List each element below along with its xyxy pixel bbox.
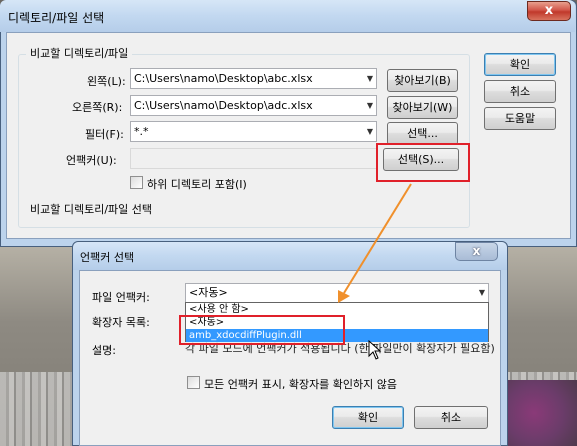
right-path-value: C:\Users\namo\Desktop\adc.xlsx xyxy=(134,99,313,112)
unpacker-dialog-close-button[interactable]: x xyxy=(455,242,498,261)
chevron-down-icon[interactable]: ▼ xyxy=(367,69,373,88)
show-all-unpackers-checkbox[interactable] xyxy=(187,376,200,389)
unpacker-ok-button[interactable]: 확인 xyxy=(332,406,404,429)
file-unpacker-value: <자동> xyxy=(189,286,228,299)
compare-group-title: 비교할 디렉토리/파일 xyxy=(26,45,133,61)
dropdown-highlight xyxy=(179,315,345,345)
extensions-label: 확장자 목록: xyxy=(92,316,150,329)
main-dialog-title: 디렉토리/파일 선택 xyxy=(8,11,105,25)
file-unpacker-combo[interactable]: <자동> ▼ xyxy=(185,283,489,303)
right-path-combo[interactable]: C:\Users\namo\Desktop\adc.xlsx ▼ xyxy=(130,95,377,116)
chevron-down-icon[interactable]: ▼ xyxy=(479,284,485,302)
filter-label: 필터(F): xyxy=(85,128,124,141)
ok-button[interactable]: 확인 xyxy=(484,53,556,76)
unpacker-field xyxy=(130,148,377,169)
unpacker-select-highlight xyxy=(376,143,470,182)
include-subdirs-checkbox[interactable] xyxy=(130,176,143,189)
filter-value: *.* xyxy=(134,125,149,138)
include-subdirs-label[interactable]: 하위 디렉토리 포함(I) xyxy=(147,176,247,192)
mouse-pointer-icon xyxy=(368,340,382,360)
file-unpacker-label: 파일 언팩커: xyxy=(92,291,150,304)
chevron-down-icon[interactable]: ▼ xyxy=(367,122,373,141)
left-path-combo[interactable]: C:\Users\namo\Desktop\abc.xlsx ▼ xyxy=(130,68,377,89)
unpacker-cancel-button[interactable]: 취소 xyxy=(414,406,488,429)
filter-combo[interactable]: *.* ▼ xyxy=(130,121,377,142)
description-label: 설명: xyxy=(92,344,116,357)
status-text: 비교할 디렉토리/파일 선택 xyxy=(30,203,153,216)
show-all-unpackers-label[interactable]: 모든 언팩커 표시, 확장자를 확인하지 않음 xyxy=(204,376,397,392)
unpacker-dialog-title: 언팩커 선택 xyxy=(80,251,135,264)
chevron-down-icon[interactable]: ▼ xyxy=(367,96,373,115)
main-dialog-close-button[interactable]: x xyxy=(527,1,571,21)
unpacker-dialog-titlebar[interactable] xyxy=(73,242,507,270)
help-button[interactable]: 도움말 xyxy=(484,107,556,130)
left-path-value: C:\Users\namo\Desktop\abc.xlsx xyxy=(134,72,313,85)
left-label: 왼쪽(L): xyxy=(87,75,126,88)
right-browse-button[interactable]: 찾아보기(W) xyxy=(387,96,458,119)
filter-select-button[interactable]: 선택... xyxy=(387,122,458,145)
left-browse-button[interactable]: 찾아보기(B) xyxy=(387,69,458,92)
unpacker-label: 언팩커(U): xyxy=(66,154,117,167)
right-label: 오른쪽(R): xyxy=(72,101,123,114)
cancel-button[interactable]: 취소 xyxy=(484,80,556,103)
